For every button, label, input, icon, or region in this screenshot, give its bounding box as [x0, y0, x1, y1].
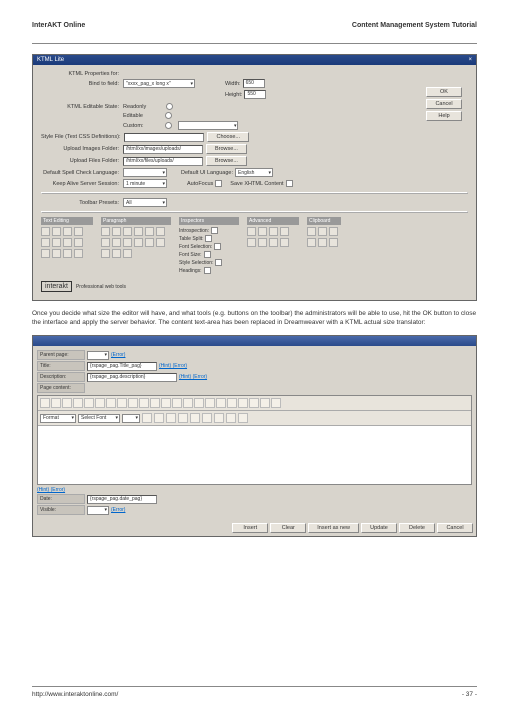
spell-select[interactable]	[123, 168, 167, 177]
ui-label: Default UI Language:	[181, 170, 233, 176]
ok-button[interactable]: OK	[426, 87, 462, 97]
clear-button[interactable]: Clear	[270, 523, 306, 533]
form-editor: Parent page:(Error) Title:{rspage_pag.Ti…	[32, 335, 477, 537]
upimg-label: Upload Images Folder:	[41, 146, 123, 152]
width-label: Width:	[225, 81, 241, 87]
custom-radio[interactable]	[165, 122, 172, 129]
upfile-input[interactable]: /html/xx/files/uploads/	[123, 157, 203, 166]
save-check[interactable]	[286, 180, 293, 187]
choose-button[interactable]: Choose...	[207, 132, 249, 142]
dialog-title: KTML Lite	[37, 57, 64, 63]
autofocus-label: AutoFocus	[187, 181, 213, 187]
ktml-editor: FormatSelect Font	[37, 395, 472, 485]
browse-img-button[interactable]: Browse...	[206, 144, 247, 154]
bind-select[interactable]: "xxxx_pag_x long x"	[123, 79, 195, 88]
ui-select[interactable]: English	[235, 168, 273, 177]
height-label: Height:	[225, 92, 242, 98]
header-rule	[32, 43, 477, 44]
footer-page: - 37 -	[462, 691, 477, 698]
save-label: Save XHTML Content	[230, 181, 283, 187]
help-button[interactable]: Help	[426, 111, 462, 121]
bind-label: Bind to field:	[41, 81, 123, 87]
keep-select[interactable]: 1 minute	[123, 179, 167, 188]
body-paragraph: Once you decide what size the editor wil…	[32, 309, 477, 327]
close-icon[interactable]: ×	[468, 57, 472, 63]
header-right: Content Management System Tutorial	[352, 22, 477, 29]
style-input[interactable]	[124, 133, 204, 142]
keep-label: Keep Alive Server Session:	[41, 181, 123, 187]
cancel2-button[interactable]: Cancel	[437, 523, 473, 533]
tool-icon[interactable]	[41, 227, 50, 236]
delete-button[interactable]: Delete	[399, 523, 435, 533]
props-label: KTML Properties for:	[41, 71, 123, 77]
height-input[interactable]: 550	[244, 90, 266, 99]
cancel-button[interactable]: Cancel	[426, 99, 462, 109]
footer-url: http://www.interaktonline.com/	[32, 691, 118, 698]
autofocus-check[interactable]	[215, 180, 222, 187]
presets-label: Toolbar Presets:	[41, 200, 123, 206]
update-button[interactable]: Update	[361, 523, 397, 533]
editstate-label: KTML Editable State:	[41, 104, 123, 110]
editable-radio[interactable]	[165, 112, 172, 119]
upimg-input[interactable]: /html/xx/images/uploads/	[123, 145, 203, 154]
browse-file-button[interactable]: Browse...	[206, 156, 247, 166]
header-left: InterAKT Online	[32, 22, 85, 29]
insert-button[interactable]: Insert	[232, 523, 268, 533]
ktml-dialog: KTML Lite × OK Cancel Help KTML Properti…	[32, 54, 477, 301]
upfile-label: Upload Files Folder:	[41, 158, 123, 164]
spell-label: Default Spell Check Language:	[41, 170, 123, 176]
custom-select[interactable]	[178, 121, 238, 130]
dialog-titlebar: KTML Lite ×	[33, 55, 476, 65]
presets-select[interactable]: All	[123, 198, 167, 207]
logo: interakt	[41, 281, 72, 292]
readonly-radio[interactable]	[166, 103, 173, 110]
insertnew-button[interactable]: Insert as new	[308, 523, 359, 533]
width-input[interactable]: 650	[243, 79, 265, 88]
style-label: Style File (Text CSS Definitions):	[41, 134, 124, 140]
